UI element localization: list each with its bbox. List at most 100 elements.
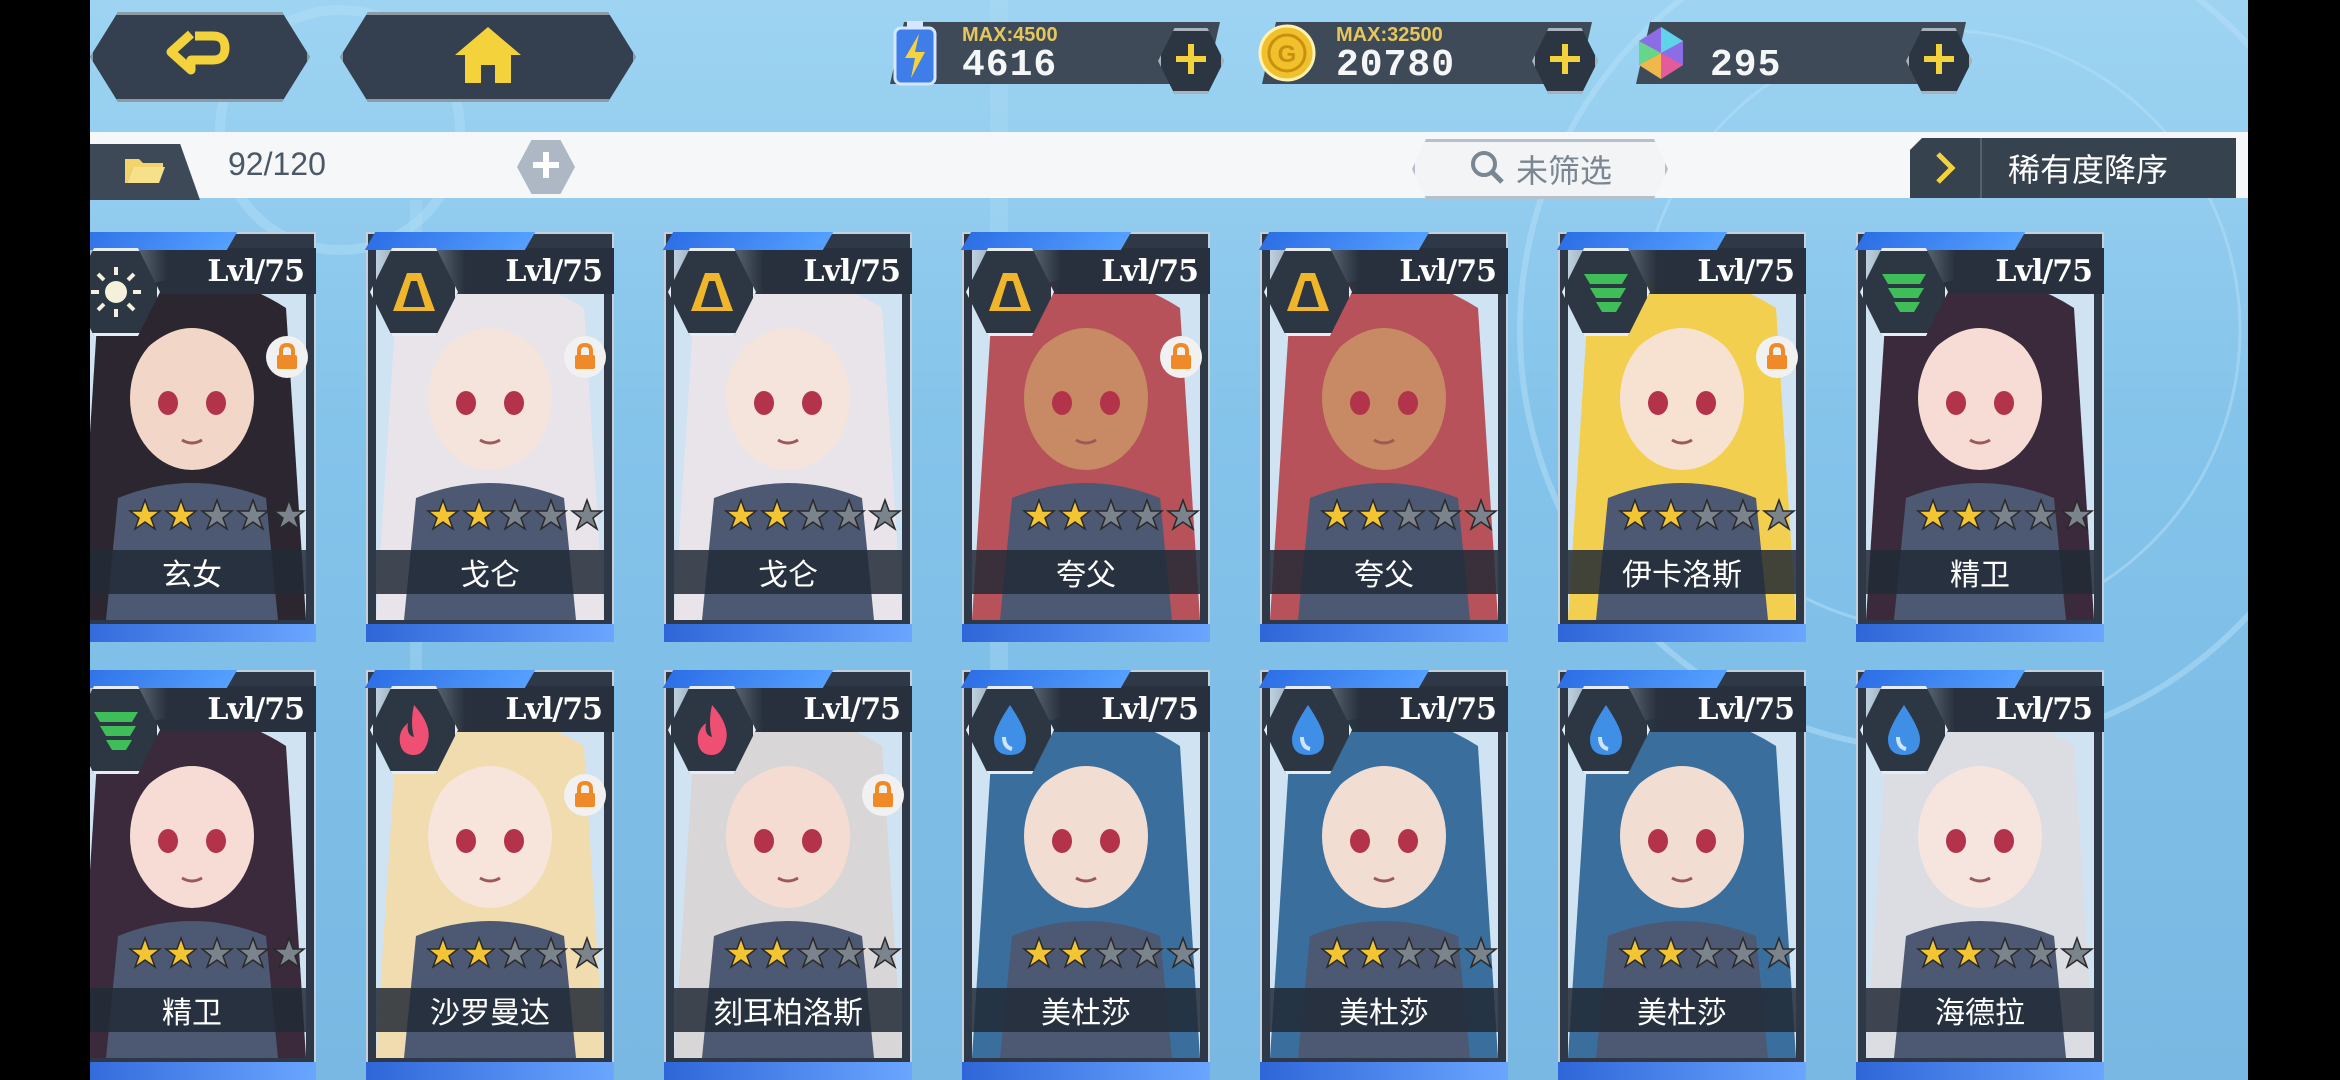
- character-name: 美杜莎: [1637, 996, 1727, 1031]
- card-top-stripe: [364, 670, 536, 688]
- back-button[interactable]: [90, 12, 310, 102]
- star-rating: [723, 935, 903, 974]
- card-rarity-stripe: [1558, 1062, 1806, 1080]
- card-top-stripe: [1854, 670, 2026, 688]
- star-rating: [1319, 497, 1499, 536]
- level-label: Lvl/75: [505, 692, 603, 727]
- gem-crystal-icon: [1626, 18, 1696, 88]
- character-card[interactable]: Lvl/75 美杜莎: [960, 670, 1210, 1080]
- name-bar: 刻耳柏洛斯: [674, 988, 902, 1032]
- card-rarity-stripe: [366, 1062, 614, 1080]
- star-icon: [235, 935, 271, 974]
- name-bar: 伊卡洛斯: [1568, 550, 1796, 594]
- star-rating: [127, 935, 307, 974]
- card-top-stripe: [662, 670, 834, 688]
- star-icon: [1093, 497, 1129, 536]
- lock-icon[interactable]: [1160, 336, 1202, 378]
- card-top-stripe: [1556, 232, 1728, 250]
- name-bar: 美杜莎: [1270, 988, 1498, 1032]
- star-icon: [461, 935, 497, 974]
- star-rating: [1021, 497, 1201, 536]
- home-icon: [451, 23, 525, 91]
- star-icon: [1617, 497, 1653, 536]
- character-card[interactable]: Lvl/75 夸父: [1258, 232, 1508, 642]
- star-icon: [199, 935, 235, 974]
- star-icon: [1915, 935, 1951, 974]
- plus-icon: [1174, 42, 1208, 80]
- star-icon: [1129, 497, 1165, 536]
- character-card[interactable]: Lvl/75 精卫: [1854, 232, 2104, 642]
- card-top-stripe: [960, 232, 1132, 250]
- lock-icon[interactable]: [1756, 336, 1798, 378]
- home-button[interactable]: [340, 12, 636, 102]
- character-name: 美杜莎: [1339, 996, 1429, 1031]
- character-card[interactable]: Lvl/75 戈仑: [662, 232, 912, 642]
- star-icon: [425, 935, 461, 974]
- character-name: 玄女: [162, 558, 222, 593]
- character-name: 戈仑: [758, 558, 818, 593]
- star-icon: [1689, 935, 1725, 974]
- star-rating: [723, 497, 903, 536]
- star-icon: [1427, 497, 1463, 536]
- lock-icon[interactable]: [266, 336, 308, 378]
- card-top-stripe: [90, 670, 238, 688]
- name-bar: 戈仑: [674, 550, 902, 594]
- character-card[interactable]: Lvl/75 戈仑: [364, 232, 614, 642]
- character-card[interactable]: Lvl/75 美杜莎: [1556, 670, 1806, 1080]
- level-label: Lvl/75: [1995, 254, 2093, 289]
- character-card[interactable]: Lvl/75 海德拉: [1854, 670, 2104, 1080]
- lock-icon[interactable]: [862, 774, 904, 816]
- plus-icon: [531, 150, 561, 184]
- character-card[interactable]: Lvl/75 刻耳柏洛斯: [662, 670, 912, 1080]
- gem-value: 295: [1710, 44, 1782, 87]
- star-icon: [2059, 497, 2095, 536]
- card-top-stripe: [662, 232, 834, 250]
- lock-icon[interactable]: [564, 774, 606, 816]
- character-card[interactable]: Lvl/75 伊卡洛斯: [1556, 232, 1806, 642]
- character-card[interactable]: Lvl/75 玄女: [90, 232, 316, 642]
- gold-coin-icon: G: [1252, 18, 1322, 88]
- star-icon: [271, 935, 307, 974]
- character-count: 92/120: [228, 146, 326, 182]
- card-rarity-stripe: [664, 624, 912, 642]
- character-name: 夸父: [1354, 558, 1414, 593]
- level-label: Lvl/75: [505, 254, 603, 289]
- star-rating: [1915, 935, 2095, 974]
- star-rating: [127, 497, 307, 536]
- star-icon: [1391, 935, 1427, 974]
- level-label: Lvl/75: [1101, 692, 1199, 727]
- name-bar: 精卫: [90, 988, 306, 1032]
- star-icon: [497, 497, 533, 536]
- star-icon: [425, 497, 461, 536]
- plus-icon: [1922, 42, 1956, 80]
- card-rarity-stripe: [1558, 624, 1806, 642]
- card-rarity-stripe: [962, 624, 1210, 642]
- card-top-stripe: [1258, 670, 1430, 688]
- character-card[interactable]: Lvl/75 沙罗曼达: [364, 670, 614, 1080]
- name-bar: 美杜莎: [972, 988, 1200, 1032]
- character-name: 刻耳柏洛斯: [713, 996, 863, 1031]
- star-icon: [1355, 497, 1391, 536]
- star-icon: [1725, 935, 1761, 974]
- card-rarity-stripe: [1260, 1062, 1508, 1080]
- character-card[interactable]: Lvl/75 精卫: [90, 670, 316, 1080]
- star-icon: [163, 935, 199, 974]
- card-rarity-stripe: [962, 1062, 1210, 1080]
- star-icon: [1057, 935, 1093, 974]
- level-label: Lvl/75: [1697, 254, 1795, 289]
- card-top-stripe: [1854, 232, 2026, 250]
- character-name: 夸父: [1056, 558, 1116, 593]
- star-icon: [271, 497, 307, 536]
- card-rarity-stripe: [1856, 1062, 2104, 1080]
- lock-icon[interactable]: [564, 336, 606, 378]
- star-icon: [759, 497, 795, 536]
- filter-button[interactable]: 未筛选: [1412, 139, 1668, 199]
- sort-button[interactable]: 稀有度降序: [1910, 138, 2236, 198]
- character-card[interactable]: Lvl/75 美杜莎: [1258, 670, 1508, 1080]
- svg-text:G: G: [1278, 41, 1297, 68]
- card-rarity-stripe: [90, 624, 316, 642]
- star-icon: [1391, 497, 1427, 536]
- card-top-stripe: [364, 232, 536, 250]
- star-icon: [1355, 935, 1391, 974]
- character-card[interactable]: Lvl/75 夸父: [960, 232, 1210, 642]
